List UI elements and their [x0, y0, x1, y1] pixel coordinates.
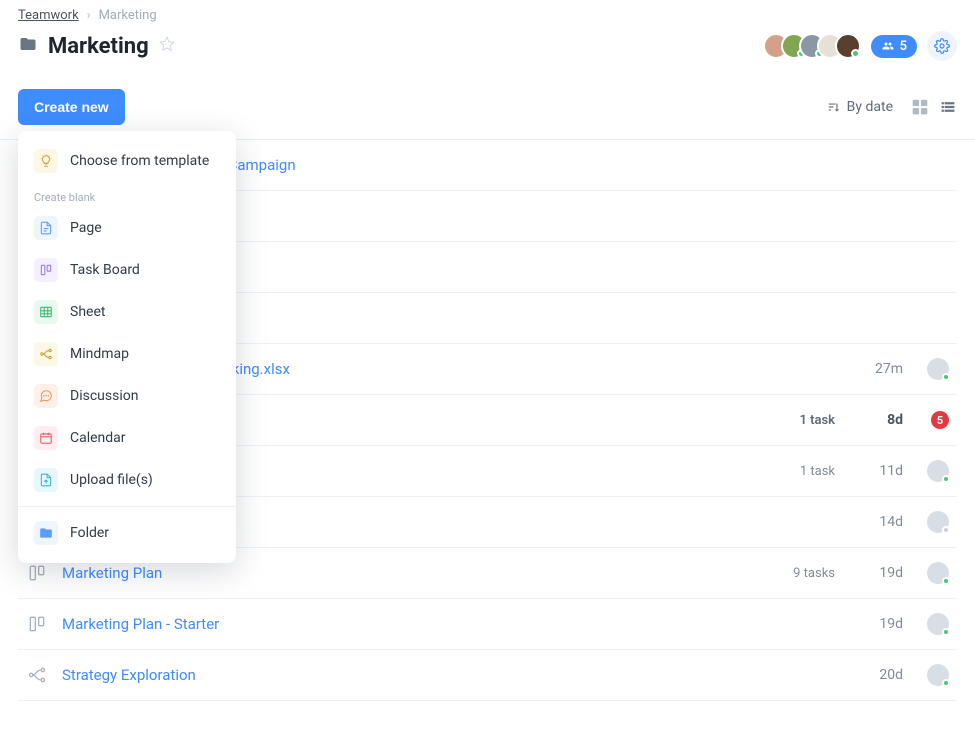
- member-count: 5: [900, 39, 907, 54]
- menu-page[interactable]: Page: [24, 208, 230, 248]
- mindmap-icon: [34, 342, 58, 366]
- menu-label: Page: [70, 220, 102, 236]
- item-time: 8d: [863, 412, 903, 428]
- menu-label: Task Board: [70, 262, 140, 278]
- upload-icon: [34, 468, 58, 492]
- separator: [18, 506, 236, 507]
- item-time: 20d: [863, 667, 903, 683]
- task-count: 1 task: [800, 464, 835, 479]
- page-icon: [34, 216, 58, 240]
- item-time: 14d: [863, 514, 903, 530]
- lightbulb-icon: [34, 149, 58, 173]
- settings-button[interactable]: [927, 31, 957, 61]
- item-time: 19d: [863, 616, 903, 632]
- author-avatar: [927, 460, 949, 482]
- author-avatar: [927, 358, 949, 380]
- list-item[interactable]: Marketing Plan - Starter 19d: [18, 599, 957, 650]
- menu-sheet[interactable]: Sheet: [24, 292, 230, 332]
- item-time: 19d: [863, 565, 903, 581]
- item-time: 27m: [863, 361, 903, 377]
- menu-mindmap[interactable]: Mindmap: [24, 334, 230, 374]
- member-avatars[interactable]: [763, 33, 861, 59]
- folder-icon: [34, 521, 58, 545]
- menu-label: Mindmap: [70, 346, 129, 362]
- list-item[interactable]: Strategy Exploration 20d: [18, 650, 957, 701]
- menu-label: Choose from template: [70, 153, 209, 169]
- item-time: 11d: [863, 463, 903, 479]
- calendar-icon: [34, 426, 58, 450]
- breadcrumb: Teamwork › Marketing: [18, 8, 957, 23]
- breadcrumb-root[interactable]: Teamwork: [18, 8, 79, 23]
- member-count-badge[interactable]: 5: [871, 35, 917, 58]
- chevron-right-icon: ›: [87, 8, 91, 23]
- item-name[interactable]: Marketing Plan: [62, 564, 779, 582]
- create-dropdown: Choose from template Create blank Page T…: [18, 131, 236, 563]
- list-view-button[interactable]: [939, 98, 957, 116]
- sort-button[interactable]: By date: [827, 99, 893, 115]
- mindmap-icon: [26, 664, 48, 686]
- menu-label: Folder: [70, 525, 109, 541]
- task-count: 9 tasks: [793, 566, 835, 581]
- board-icon: [26, 613, 48, 635]
- menu-label: Upload file(s): [70, 472, 153, 488]
- author-avatar: [927, 664, 949, 686]
- notification-badge: 5: [931, 411, 949, 429]
- menu-discussion[interactable]: Discussion: [24, 376, 230, 416]
- menu-folder[interactable]: Folder: [24, 513, 230, 553]
- star-icon[interactable]: [159, 36, 175, 56]
- page-title: Marketing: [48, 34, 149, 59]
- folder-icon: [18, 35, 38, 57]
- board-icon: [26, 562, 48, 584]
- author-avatar: [927, 613, 949, 635]
- menu-choose-template[interactable]: Choose from template: [24, 141, 230, 181]
- chat-icon: [34, 384, 58, 408]
- author-avatar: [927, 562, 949, 584]
- menu-label: Discussion: [70, 388, 138, 404]
- create-new-button[interactable]: Create new: [18, 89, 125, 125]
- task-count: 1 task: [799, 413, 835, 428]
- menu-task-board[interactable]: Task Board: [24, 250, 230, 290]
- board-icon: [34, 258, 58, 282]
- author-avatar: [927, 511, 949, 533]
- menu-upload[interactable]: Upload file(s): [24, 460, 230, 500]
- menu-label: Calendar: [70, 430, 126, 446]
- sort-label: By date: [847, 99, 893, 115]
- sheet-icon: [34, 300, 58, 324]
- item-name[interactable]: Strategy Exploration: [62, 666, 849, 684]
- grid-view-button[interactable]: [911, 98, 929, 116]
- item-name[interactable]: Marketing Plan - Starter: [62, 615, 849, 633]
- breadcrumb-current: Marketing: [99, 8, 157, 23]
- create-blank-label: Create blank: [24, 181, 230, 206]
- menu-label: Sheet: [70, 304, 105, 320]
- menu-calendar[interactable]: Calendar: [24, 418, 230, 458]
